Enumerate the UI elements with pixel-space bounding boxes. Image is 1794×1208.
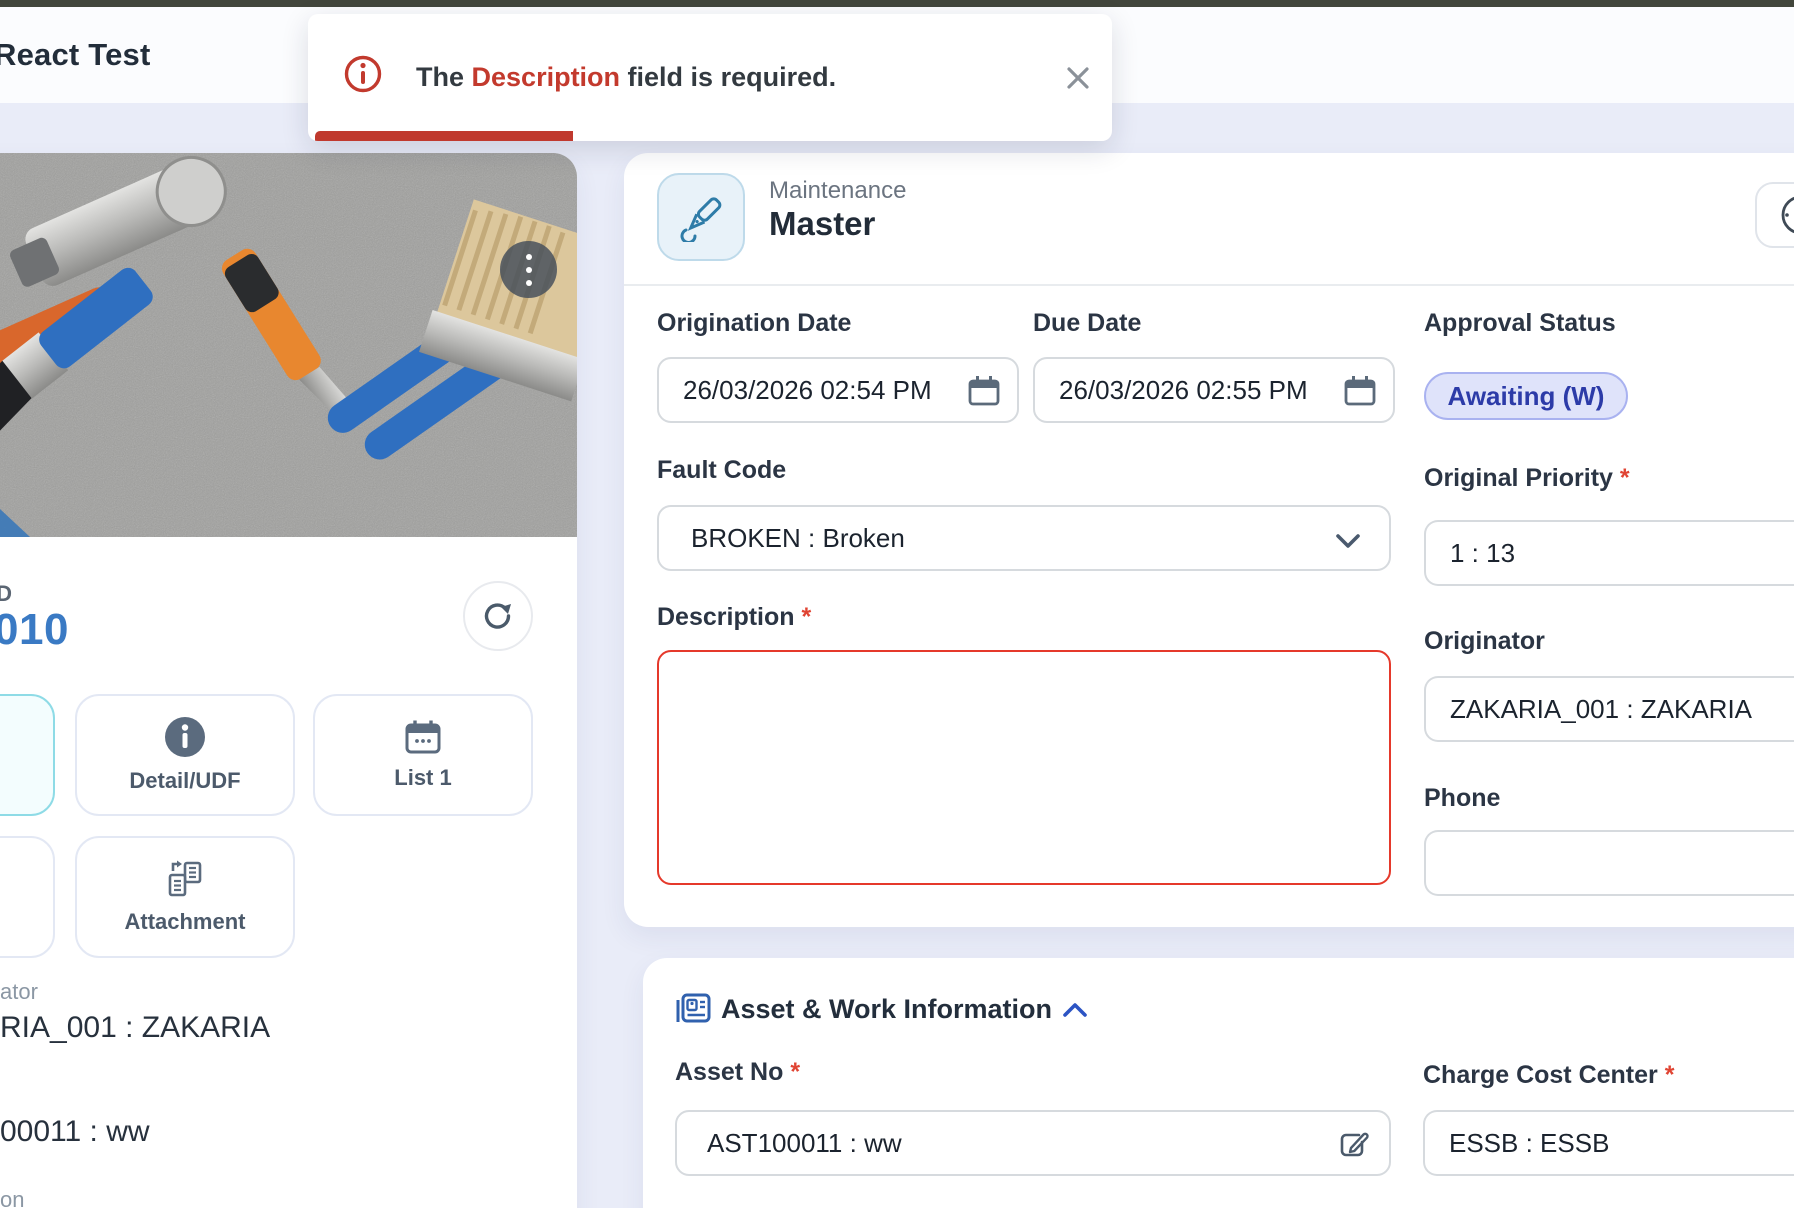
toast-field-name: Description	[471, 62, 621, 92]
description-label: Description *	[657, 603, 812, 631]
attachment-docs-icon	[168, 860, 202, 897]
originator-value-cut: RIA_001 : ZAKARIA	[0, 1011, 271, 1044]
original-priority-value: 1 : 13	[1450, 537, 1516, 568]
asset-summary-card: ID 010 Detail/UDF Li	[0, 153, 577, 1208]
asset-no-value: AST100011 : ww	[707, 1127, 902, 1158]
originator-input[interactable]: ZAKARIA_001 : ZAKARIA	[1424, 676, 1794, 742]
approval-status-value: Awaiting (W)	[1447, 380, 1605, 411]
nav-button-attachment[interactable]: Attachment	[75, 836, 295, 958]
origination-date-label: Origination Date	[657, 309, 852, 337]
origination-date-input[interactable]: 26/03/2026 02:54 PM	[657, 357, 1019, 423]
photo-menu-button[interactable]	[500, 241, 557, 298]
nav-button-label: Detail/UDF	[129, 768, 241, 793]
nav-button-label: List 1	[394, 765, 452, 790]
chevron-up-icon[interactable]	[1062, 1001, 1088, 1018]
original-priority-input[interactable]: 1 : 13	[1424, 520, 1794, 586]
nav-button-list-1[interactable]: List 1	[313, 694, 533, 816]
header-corner-button[interactable]	[1755, 182, 1794, 248]
id-card-icon	[676, 993, 711, 1023]
asset-section-header[interactable]: Asset & Work Information	[675, 992, 1088, 1026]
nav-button-detail-udf[interactable]: Detail/UDF	[75, 694, 295, 816]
asset-section-title: Asset & Work Information	[721, 993, 1053, 1024]
info-circle-icon	[165, 717, 205, 757]
asset-photo	[0, 153, 577, 537]
asset-no-input[interactable]: AST100011 : ww	[675, 1110, 1391, 1176]
origination-date-value: 26/03/2026 02:54 PM	[683, 374, 932, 405]
due-date-label: Due Date	[1033, 309, 1142, 337]
close-icon	[1067, 67, 1089, 89]
fault-code-label: Fault Code	[657, 456, 787, 484]
nav-button-cut[interactable]	[0, 836, 55, 958]
calendar-list-icon	[405, 720, 441, 754]
due-date-value: 26/03/2026 02:55 PM	[1059, 374, 1308, 405]
phone-label: Phone	[1424, 784, 1501, 812]
due-date-input[interactable]: 26/03/2026 02:55 PM	[1033, 357, 1395, 423]
required-asterisk: *	[1664, 1061, 1675, 1089]
record-id-label: ID	[0, 581, 12, 606]
charge-cost-center-value: ESSB : ESSB	[1449, 1127, 1610, 1158]
nav-button-label: Attachment	[124, 909, 246, 934]
description-label-cut: on	[0, 1187, 25, 1208]
fault-code-select[interactable]: BROKEN : Broken	[657, 505, 1391, 571]
nav-button-master-selected[interactable]	[0, 694, 55, 816]
required-asterisk: *	[790, 1058, 801, 1086]
required-asterisk: *	[801, 603, 812, 631]
originator-value: ZAKARIA_001 : ZAKARIA	[1450, 693, 1753, 724]
fault-code-value: BROKEN : Broken	[691, 522, 905, 553]
calendar-icon[interactable]	[1343, 374, 1377, 408]
top-window-strip	[0, 0, 1794, 7]
asset-no-label: Asset No *	[675, 1058, 801, 1086]
maintenance-master-card: Maintenance Master Origination Date 26/0…	[624, 153, 1794, 927]
module-icon-box	[657, 173, 745, 261]
toast-close-button[interactable]	[1061, 61, 1095, 95]
header-divider	[624, 284, 1794, 286]
chevron-down-icon	[1335, 533, 1361, 549]
refresh-button[interactable]	[463, 581, 533, 651]
charge-cost-center-input[interactable]: ESSB : ESSB	[1423, 1110, 1794, 1176]
approval-status-label: Approval Status	[1424, 309, 1616, 337]
edit-icon[interactable]	[1337, 1128, 1371, 1162]
validation-toast: The Description field is required.	[308, 14, 1112, 141]
description-textarea[interactable]	[657, 650, 1391, 885]
module-title: Master	[769, 205, 876, 242]
originator-label-cut: ator	[0, 979, 38, 1004]
record-id-value: 010	[0, 605, 69, 654]
info-circle-icon	[344, 55, 382, 93]
original-priority-label: Original Priority *	[1424, 464, 1630, 492]
pen-icon	[680, 197, 722, 242]
app-title: React Test	[0, 37, 151, 72]
asset-work-info-card: Asset & Work Information Asset No * AST1…	[643, 958, 1794, 1208]
toast-message: The Description field is required.	[416, 62, 837, 92]
module-category: Maintenance	[769, 177, 907, 204]
charge-cost-center-label: Charge Cost Center *	[1423, 1061, 1675, 1089]
kebab-menu-icon	[525, 253, 532, 286]
required-asterisk: *	[1619, 464, 1630, 492]
phone-input[interactable]	[1424, 830, 1794, 896]
tools-photo-illustration	[0, 153, 577, 537]
clock-icon	[1781, 196, 1794, 234]
toast-progress-bar	[315, 131, 573, 141]
calendar-icon[interactable]	[967, 374, 1001, 408]
refresh-icon	[484, 603, 511, 629]
originator-label: Originator	[1424, 627, 1545, 655]
asset-value-cut: 00011 : ww	[0, 1115, 150, 1148]
screen: React Test D 010 Detail/UDF List 1 Attac…	[0, 0, 1794, 1208]
approval-status-badge: Awaiting (W)	[1424, 372, 1628, 420]
